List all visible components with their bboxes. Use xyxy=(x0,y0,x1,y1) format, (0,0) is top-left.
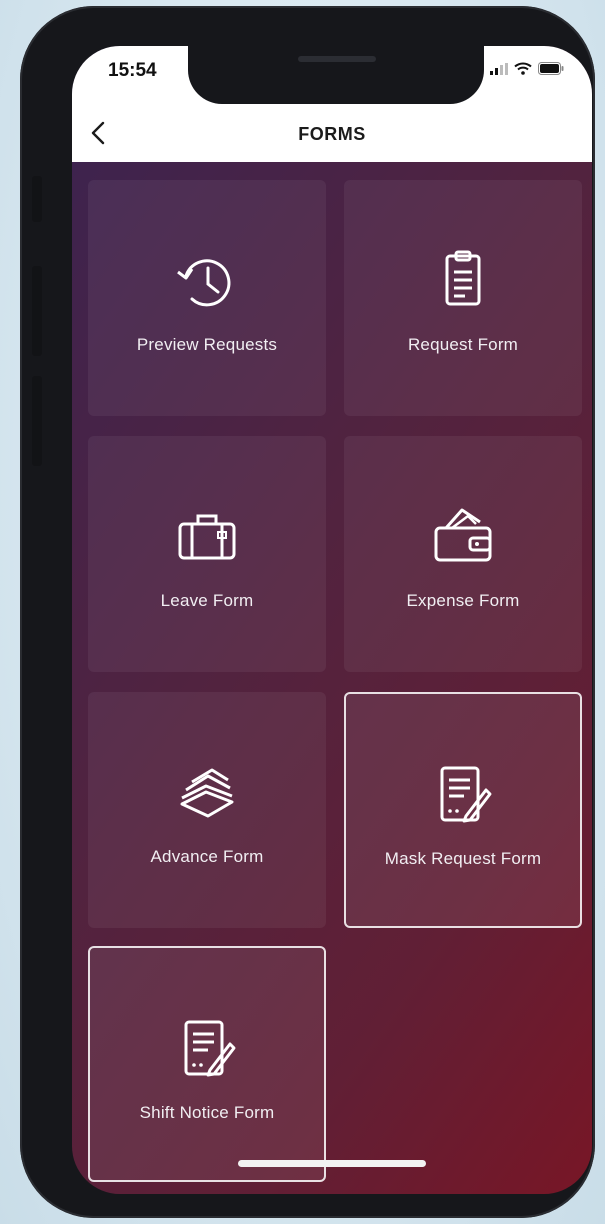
tile-leave-form[interactable]: Leave Form xyxy=(88,436,326,672)
tile-preview-requests[interactable]: Preview Requests xyxy=(88,180,326,416)
tile-label: Mask Request Form xyxy=(384,849,542,868)
clipboard-icon xyxy=(344,246,582,316)
status-icons xyxy=(490,62,564,80)
document-edit-icon xyxy=(90,1014,324,1084)
cash-stack-icon xyxy=(88,758,326,828)
page-title: FORMS xyxy=(298,124,366,144)
history-clock-icon xyxy=(88,246,326,316)
tile-shift-notice-form[interactable]: Shift Notice Form xyxy=(88,946,326,1182)
signal-icon xyxy=(490,62,508,80)
document-edit-icon xyxy=(346,760,580,830)
wallet-icon xyxy=(344,502,582,572)
tile-request-form[interactable]: Request Form xyxy=(344,180,582,416)
tile-expense-form[interactable]: Expense Form xyxy=(344,436,582,672)
tile-label: Advance Form xyxy=(150,847,264,866)
luggage-icon xyxy=(88,502,326,572)
tile-label: Preview Requests xyxy=(136,335,278,354)
tile-label: Shift Notice Form xyxy=(139,1103,275,1122)
volume-down-button xyxy=(32,376,42,466)
tile-mask-request-form[interactable]: Mask Request Form xyxy=(344,692,582,928)
battery-icon xyxy=(538,62,564,80)
tile-label: Expense Form xyxy=(406,591,520,610)
speaker xyxy=(298,56,376,62)
notch xyxy=(188,46,484,104)
phone-frame: 15:54 FORMS Preview Requests Request For… xyxy=(20,6,595,1218)
status-time: 15:54 xyxy=(108,60,157,81)
wifi-icon xyxy=(514,62,532,80)
tile-label: Request Form xyxy=(407,335,519,354)
tile-label: Leave Form xyxy=(160,591,254,610)
volume-up-button xyxy=(32,266,42,356)
screen: 15:54 FORMS Preview Requests Request For… xyxy=(72,46,592,1194)
mute-switch xyxy=(32,176,42,222)
tile-advance-form[interactable]: Advance Form xyxy=(88,692,326,928)
home-indicator[interactable] xyxy=(238,1160,426,1167)
